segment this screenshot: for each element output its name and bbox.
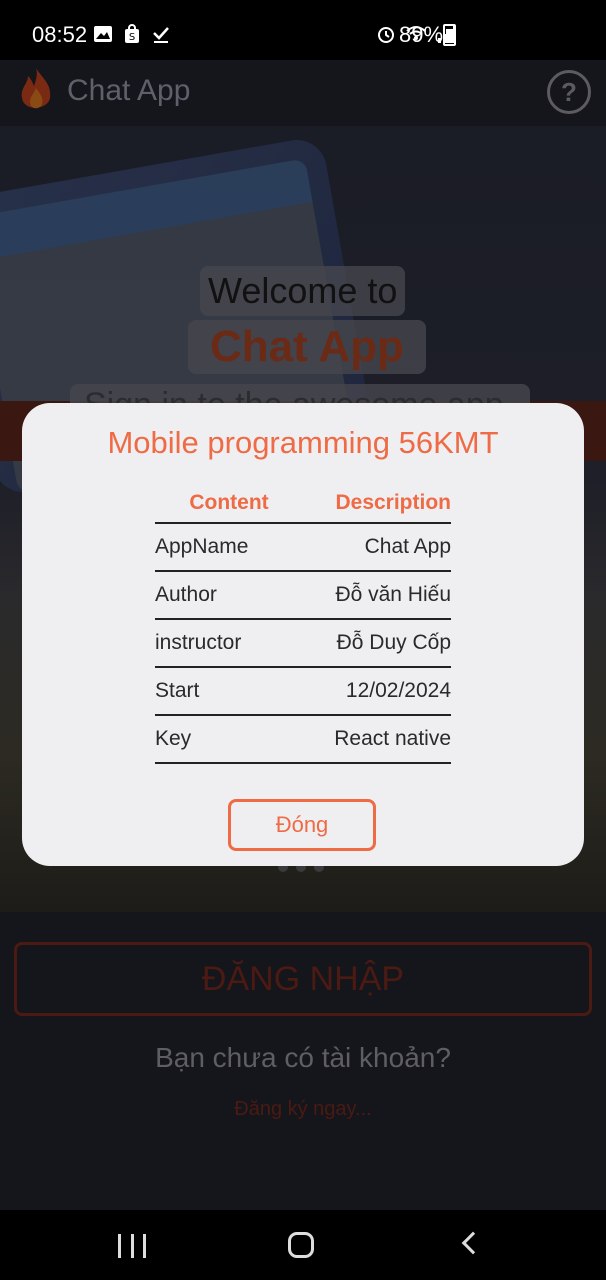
status-bar: 08:52 S 89%: [0, 0, 606, 60]
app-header: Chat App ?: [0, 60, 606, 126]
help-icon: ?: [561, 76, 577, 107]
column-header-description: Description: [303, 483, 451, 524]
welcome-text: Welcome to: [200, 266, 406, 316]
row-value: 12/02/2024: [303, 667, 451, 716]
row-value: React native: [303, 715, 451, 764]
status-time: 08:52: [32, 22, 88, 47]
table-row: AppName Chat App: [155, 523, 451, 572]
row-key: Key: [155, 715, 303, 764]
register-link[interactable]: Đăng ký ngay...: [0, 1098, 606, 1121]
row-key: Author: [155, 571, 303, 620]
shopping-bag-icon: S: [125, 24, 139, 43]
home-icon[interactable]: [288, 1232, 314, 1258]
notification-icons: S: [93, 24, 171, 44]
navigation-bar: [0, 1210, 606, 1280]
image-icon: [94, 26, 112, 42]
info-table: Content Description AppName Chat App Aut…: [155, 483, 451, 764]
svg-text:S: S: [129, 32, 135, 43]
alarm-icon: [378, 27, 394, 43]
no-account-text: Bạn chưa có tài khoản?: [155, 1042, 451, 1073]
table-row: Start 12/02/2024: [155, 667, 451, 716]
table-row: Author Đỗ văn Hiếu: [155, 571, 451, 620]
row-key: AppName: [155, 523, 303, 572]
table-row: instructor Đỗ Duy Cốp: [155, 619, 451, 668]
recent-apps-icon[interactable]: [118, 1234, 146, 1258]
row-value: Đỗ văn Hiếu: [303, 571, 451, 620]
battery-charging-icon: [443, 24, 456, 46]
row-value: Đỗ Duy Cốp: [303, 619, 451, 668]
brand-text: Chat App: [188, 320, 426, 374]
login-button[interactable]: ĐĂNG NHẬP: [14, 942, 592, 1016]
help-button[interactable]: ?: [547, 70, 591, 114]
flame-icon: [21, 68, 51, 109]
row-value: Chat App: [303, 523, 451, 572]
download-done-icon: [153, 27, 169, 43]
modal-title: Mobile programming 56KMT: [107, 425, 499, 460]
table-row: Key React native: [155, 715, 451, 764]
row-key: Start: [155, 667, 303, 716]
back-icon[interactable]: [461, 1231, 485, 1255]
row-key: instructor: [155, 619, 303, 668]
info-modal: Mobile programming 56KMT Content Descrip…: [22, 403, 584, 866]
close-button[interactable]: Đóng: [228, 799, 376, 851]
phone-app-bar: [0, 158, 313, 261]
table-header-row: Content Description: [155, 483, 451, 524]
battery-percent: 89%: [399, 22, 444, 47]
app-title: Chat App: [67, 74, 191, 107]
column-header-content: Content: [155, 483, 303, 524]
